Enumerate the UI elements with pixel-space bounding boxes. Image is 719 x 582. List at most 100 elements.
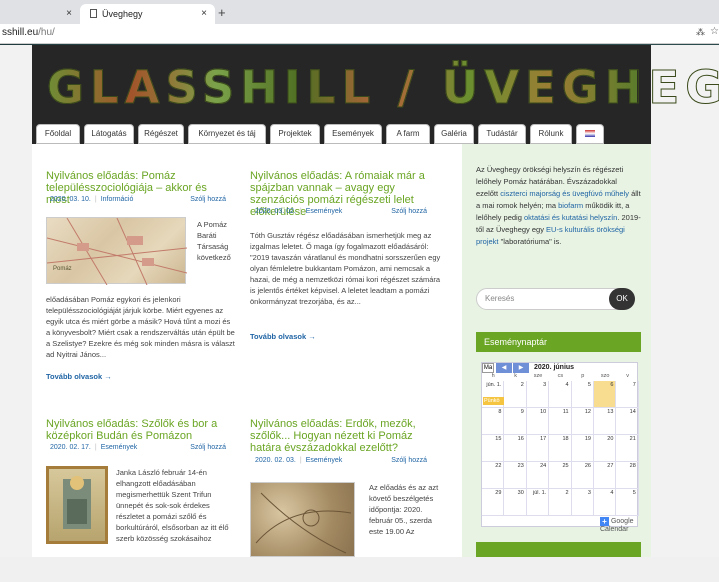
nav-item-kornyezet[interactable]: Környezet és táj	[188, 124, 266, 144]
post-date[interactable]: 2020. 02. 03.	[255, 457, 296, 464]
calendar-day-cell[interactable]: 29	[482, 489, 505, 516]
calendar-day-cell[interactable]: 11	[549, 408, 572, 435]
post-thumbnail-map[interactable]	[250, 482, 355, 557]
tab-previous[interactable]: ×	[0, 4, 80, 24]
calendar-day-cell[interactable]: 6	[594, 381, 617, 408]
calendar-day-cell[interactable]: 15	[482, 435, 505, 462]
calendar-day-cell[interactable]: 2	[504, 381, 527, 408]
weekday-header: p	[581, 373, 585, 379]
calendar-day-cell[interactable]: 7	[616, 381, 639, 408]
post-date[interactable]: 2020. 03. 10.	[50, 196, 91, 203]
calendar-day-cell[interactable]: 18	[549, 435, 572, 462]
nav-item-latogatas[interactable]: Látogatás	[84, 124, 134, 144]
nav-item-tudastar[interactable]: Tudástár	[478, 124, 526, 144]
close-icon[interactable]: ×	[66, 4, 72, 24]
calendar-day-cell[interactable]: 12	[571, 408, 594, 435]
calendar-day-number: 24	[540, 463, 547, 469]
star-icon[interactable]: ☆	[710, 26, 719, 37]
post-category[interactable]: Események	[306, 208, 343, 215]
document-icon	[90, 9, 97, 18]
google-calendar-link[interactable]: + Google Calendar	[600, 517, 637, 533]
calendar-day-cell[interactable]: 25	[549, 462, 572, 489]
saint-icon-image	[63, 476, 91, 529]
calendar-day-cell[interactable]: 14	[616, 408, 639, 435]
url-text[interactable]: sshill.eu/hu/	[2, 27, 55, 38]
calendar-day-cell[interactable]: 5	[571, 381, 594, 408]
intro-link[interactable]: biofarm	[558, 201, 583, 210]
nav-item-english[interactable]	[576, 124, 604, 144]
uk-flag-icon	[585, 130, 595, 137]
post-date[interactable]: 2020. 02. 17.	[50, 444, 91, 451]
calendar-day-cell[interactable]: 10	[526, 408, 550, 435]
calendar-day-number: 27	[607, 463, 614, 469]
calendar-day-cell[interactable]: 17	[526, 435, 550, 462]
nav-item-rolunk[interactable]: Rólunk	[530, 124, 572, 144]
post-meta: 2020. 03. 02. | Események Szólj hozzá	[255, 208, 427, 215]
prev-month-button[interactable]: ◀	[496, 363, 512, 373]
next-widget-heading	[476, 542, 641, 557]
calendar-day-cell[interactable]: 27	[594, 462, 617, 489]
calendar-day-number: 15	[495, 436, 502, 442]
calendar-day-cell[interactable]: 3	[526, 381, 550, 408]
calendar-day-cell[interactable]: 28	[616, 462, 639, 489]
post-date[interactable]: 2020. 03. 02.	[255, 208, 296, 215]
post-meta: 2020. 02. 17. | Események Szólj hozzá	[50, 444, 226, 451]
calendar-day-number: 26	[584, 463, 591, 469]
intro-link[interactable]: ciszterci majorság és üvegfúvó műhely	[500, 189, 629, 198]
next-month-button[interactable]: ▶	[513, 363, 529, 373]
site-logo[interactable]: GLASSHILL / ÜVEGHEGY	[47, 60, 719, 115]
calendar-day-cell[interactable]: júl. 1.	[526, 489, 550, 516]
tab-active[interactable]: Üveghegy ×	[80, 4, 215, 24]
post-title[interactable]: Nyilvános előadás: Szőlők és bor a közép…	[46, 418, 226, 442]
calendar-day-cell[interactable]: 23	[504, 462, 527, 489]
translate-icon[interactable]: ⁂	[696, 27, 705, 38]
new-tab-button[interactable]: +	[218, 4, 226, 22]
calendar-day-cell[interactable]: 24	[526, 462, 550, 489]
post-category[interactable]: Információ	[101, 196, 134, 203]
calendar-day-cell[interactable]: 4	[549, 381, 572, 408]
calendar-day-cell[interactable]: 21	[616, 435, 639, 462]
today-button[interactable]: Ma	[482, 363, 494, 373]
nav-item-galeria[interactable]: Galéria	[434, 124, 474, 144]
calendar-day-cell[interactable]: 22	[482, 462, 505, 489]
tab-bar: × Üveghegy × +	[0, 0, 719, 24]
calendar-day-cell[interactable]: 19	[571, 435, 594, 462]
search-submit-button[interactable]: OK	[609, 288, 635, 310]
calendar-day-number: 4	[610, 490, 614, 496]
search-input[interactable]: Keresés	[476, 288, 630, 310]
intro-link[interactable]: oktatási és kutatási helyszín	[524, 213, 617, 222]
nav-item-regeszet[interactable]: Régészet	[138, 124, 184, 144]
nav-item-esemenyek[interactable]: Események	[324, 124, 382, 144]
calendar-day-cell[interactable]: 3	[571, 489, 594, 516]
calendar-day-cell[interactable]: 9	[504, 408, 527, 435]
calendar-day-cell[interactable]: 13	[594, 408, 617, 435]
calendar-day-number: 17	[540, 436, 547, 442]
calendar-day-cell[interactable]: 16	[504, 435, 527, 462]
post-title[interactable]: Nyilvános előadás: Erdők, mezők, szőlők.…	[250, 418, 445, 454]
calendar-day-cell[interactable]: 26	[571, 462, 594, 489]
nav-item-farm[interactable]: A farm	[386, 124, 430, 144]
calendar-event[interactable]: Pünkö	[483, 397, 504, 405]
comment-link[interactable]: Szólj hozzá	[190, 196, 226, 203]
post-thumbnail-map[interactable]: Pomáz	[46, 217, 188, 286]
calendar-day-cell[interactable]: 5	[616, 489, 639, 516]
post-thumbnail-icon[interactable]	[46, 466, 108, 544]
address-bar[interactable]: sshill.eu/hu/ ⁂ ☆	[0, 24, 719, 44]
comment-link[interactable]: Szólj hozzá	[391, 457, 427, 464]
calendar-day-cell[interactable]: 30	[504, 489, 527, 516]
nav-item-fooldal[interactable]: Főoldal	[36, 124, 80, 144]
read-more-link[interactable]: Tovább olvasok →	[250, 331, 316, 342]
read-more-link[interactable]: Tovább olvasok →	[46, 371, 112, 382]
post-category[interactable]: Események	[101, 444, 138, 451]
comment-link[interactable]: Szólj hozzá	[190, 444, 226, 451]
close-icon[interactable]: ×	[201, 4, 207, 24]
calendar-day-cell[interactable]: 20	[594, 435, 617, 462]
calendar-day-cell[interactable]: 4	[594, 489, 617, 516]
nav-item-projektek[interactable]: Projektek	[270, 124, 320, 144]
post-category[interactable]: Események	[306, 457, 343, 464]
comment-link[interactable]: Szólj hozzá	[391, 208, 427, 215]
calendar-day-cell[interactable]: 2	[549, 489, 572, 516]
calendar-day-number: 22	[495, 463, 502, 469]
calendar-day-cell[interactable]: 8	[482, 408, 505, 435]
weekday-header: cs	[557, 373, 564, 379]
